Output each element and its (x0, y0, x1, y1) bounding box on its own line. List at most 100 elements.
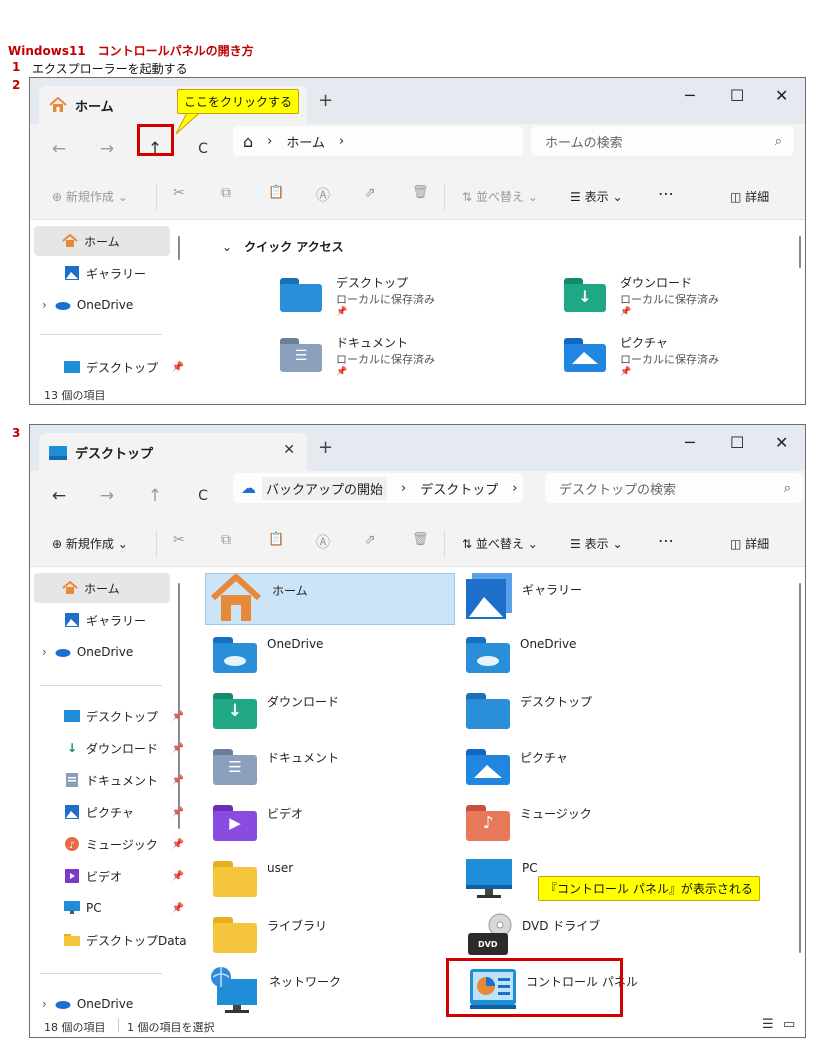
close-window-button[interactable]: ✕ (775, 86, 788, 105)
explorer-window-desktop: デスクトップ ✕ + ─ ☐ ✕ ← → ↑ C ☁ バックアップの開始 › デ… (29, 424, 806, 1038)
grid-item-downloads[interactable]: ↓ ダウンロード (205, 685, 455, 737)
grid-item-pictures[interactable]: ピクチャ (462, 741, 712, 793)
breadcrumb-desktop[interactable]: デスクトップ (420, 479, 498, 498)
share-icon[interactable]: ⇗ (364, 532, 376, 548)
sidebar-item-desktopdata[interactable]: デスクトップData (34, 925, 187, 955)
sort-button[interactable]: ⇅ 並べ替え ⌄ (462, 188, 538, 205)
address-bar[interactable]: ☁ バックアップの開始 › デスクトップ › (233, 473, 523, 503)
search-box[interactable]: デスクトップの検索 ⌕ (545, 473, 803, 503)
sidebar-item-onedrive[interactable]: › OneDrive (34, 290, 170, 320)
cut-icon[interactable]: ✂ (173, 532, 185, 548)
search-box[interactable]: ホームの検索 ⌕ (531, 126, 794, 156)
quick-access-item[interactable]: デスクトップ ローカルに保存済み 📌 (280, 274, 435, 317)
divider (444, 184, 445, 210)
up-button[interactable]: ↑ (140, 482, 170, 510)
breadcrumb-separator: › (512, 480, 518, 496)
tiles-view-icon[interactable]: ▭ (783, 1017, 795, 1032)
document-icon (64, 773, 80, 787)
copy-icon[interactable]: ⧉ (221, 532, 231, 548)
maximize-button[interactable]: ☐ (730, 433, 744, 452)
new-tab-button[interactable]: + (318, 437, 333, 458)
breadcrumb-home[interactable]: ホーム (286, 132, 325, 151)
quick-access-item[interactable]: ↓ ダウンロード ローカルに保存済み 📌 (564, 274, 719, 317)
sidebar-item-videos[interactable]: ビデオ 📌 (34, 861, 184, 891)
sidebar-divider (40, 973, 162, 974)
minimize-button[interactable]: ─ (685, 86, 695, 105)
sidebar-item-home[interactable]: ホーム (34, 573, 170, 603)
downloads-folder-icon: ↓ (564, 278, 606, 312)
refresh-button[interactable]: C (188, 482, 218, 510)
more-options-icon[interactable]: ⋯ (658, 184, 674, 203)
rename-icon[interactable]: Ⓐ (316, 185, 330, 205)
more-options-icon[interactable]: ⋯ (658, 531, 674, 550)
delete-icon[interactable]: 🗑 (412, 532, 429, 547)
sidebar-item-documents[interactable]: ドキュメント 📌 (34, 765, 184, 795)
content-scrollbar[interactable] (799, 236, 801, 268)
back-button[interactable]: ← (44, 482, 74, 510)
maximize-button[interactable]: ☐ (730, 86, 744, 105)
sidebar-item-music[interactable]: ♪ ミュージック 📌 (34, 829, 184, 859)
sort-button[interactable]: ⇅ 並べ替え ⌄ (462, 535, 538, 552)
sidebar-item-gallery[interactable]: ギャラリー (34, 258, 170, 288)
search-icon: ⌕ (783, 480, 791, 496)
list-view-icon[interactable]: ☰ (762, 1017, 774, 1032)
grid-item-dvd-drive[interactable]: DVD DVD ドライブ (462, 909, 712, 961)
forward-button[interactable]: → (92, 135, 122, 163)
content-scrollbar[interactable] (799, 583, 801, 953)
chevron-down-icon: ⌄ (117, 537, 128, 551)
sidebar-item-desktop[interactable]: デスクトップ 📌 (34, 352, 184, 382)
close-tab-icon[interactable]: ✕ (283, 442, 295, 458)
sidebar-item-gallery[interactable]: ギャラリー (34, 605, 170, 635)
sidebar-item-home[interactable]: ホーム (34, 226, 170, 256)
view-button[interactable]: ☰ 表示 ⌄ (570, 188, 623, 205)
grid-item-gallery[interactable]: ギャラリー (462, 573, 712, 625)
grid-item-home[interactable]: ホーム (205, 573, 455, 625)
backup-button[interactable]: バックアップの開始 (262, 476, 388, 500)
sidebar-scrollbar[interactable] (178, 236, 180, 260)
new-tab-button[interactable]: + (318, 90, 333, 111)
share-icon[interactable]: ⇗ (364, 185, 376, 201)
quick-access-item[interactable]: ピクチャ ローカルに保存済み 📌 (564, 334, 719, 377)
grid-item-onedrive-2[interactable]: OneDrive (462, 629, 712, 681)
delete-icon[interactable]: 🗑 (412, 185, 429, 200)
grid-item-videos[interactable]: ▶ ビデオ (205, 797, 455, 849)
grid-item-network[interactable]: ネットワーク (205, 965, 455, 1017)
grid-item-music[interactable]: ♪ ミュージック (462, 797, 712, 849)
paste-icon[interactable]: 📋 (268, 532, 284, 547)
cut-icon[interactable]: ✂ (173, 185, 185, 201)
sidebar-item-downloads[interactable]: ↓ ダウンロード 📌 (34, 733, 184, 763)
sidebar-item-onedrive[interactable]: › OneDrive (34, 637, 170, 667)
grid-item-library[interactable]: ライブラリ (205, 909, 455, 961)
grid-item-onedrive[interactable]: OneDrive (205, 629, 455, 681)
new-button[interactable]: ⊕ 新規作成 ⌄ (52, 535, 128, 552)
search-input[interactable]: デスクトップの検索 (559, 479, 676, 498)
address-bar[interactable]: ⌂ › ホーム › (233, 126, 523, 156)
pin-icon: 📌 (171, 870, 184, 882)
item-name: ピクチャ (620, 336, 668, 350)
sidebar-item-pictures[interactable]: ピクチャ 📌 (34, 797, 184, 827)
sidebar-item-desktop[interactable]: デスクトップ 📌 (34, 701, 184, 731)
quick-access-header[interactable]: ⌄ クイック アクセス (222, 238, 344, 255)
tab-desktop[interactable]: デスクトップ ✕ (39, 433, 307, 471)
view-button[interactable]: ☰ 表示 ⌄ (570, 535, 623, 552)
minimize-button[interactable]: ─ (685, 433, 695, 452)
grid-item-user[interactable]: user (205, 853, 455, 905)
sidebar-item-pc[interactable]: PC 📌 (34, 893, 184, 923)
quick-access-item[interactable]: ☰ ドキュメント ローカルに保存済み 📌 (280, 334, 435, 377)
chevron-down-icon: ⌄ (222, 240, 233, 254)
search-input[interactable]: ホームの検索 (545, 132, 623, 151)
close-window-button[interactable]: ✕ (775, 433, 788, 452)
expand-chevron-icon: › (42, 298, 47, 312)
new-button[interactable]: ⊕ 新規作成 ⌄ (52, 188, 128, 205)
paste-icon[interactable]: 📋 (268, 185, 284, 200)
grid-item-documents[interactable]: ☰ ドキュメント (205, 741, 455, 793)
sidebar-scrollbar[interactable] (178, 583, 180, 829)
grid-item-desktop[interactable]: デスクトップ (462, 685, 712, 737)
refresh-button[interactable]: C (188, 135, 218, 163)
details-button[interactable]: ◫ 詳細 (730, 188, 769, 205)
copy-icon[interactable]: ⧉ (221, 185, 231, 201)
details-button[interactable]: ◫ 詳細 (730, 535, 769, 552)
forward-button[interactable]: → (92, 482, 122, 510)
rename-icon[interactable]: Ⓐ (316, 532, 330, 552)
back-button[interactable]: ← (44, 135, 74, 163)
